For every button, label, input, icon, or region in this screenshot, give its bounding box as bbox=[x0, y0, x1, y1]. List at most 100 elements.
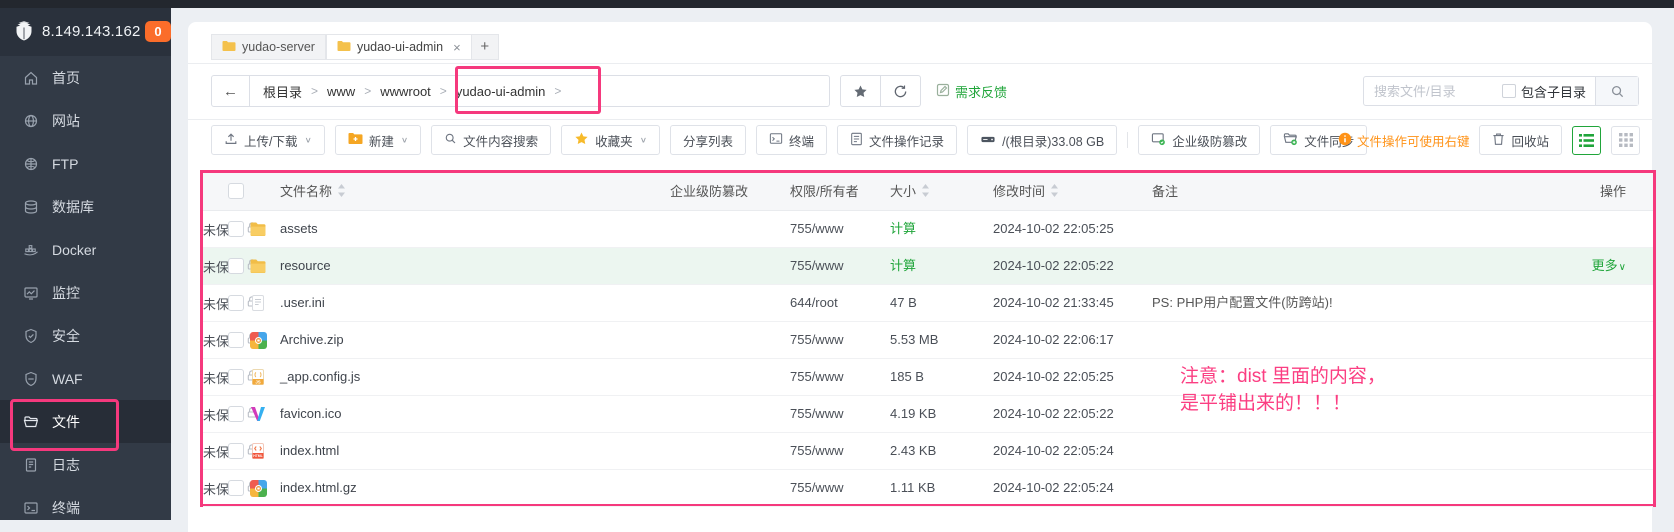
sidebar-item-home[interactable]: 首页 bbox=[0, 56, 171, 99]
table-row[interactable]: Archive.zip 未保护 755/www 5.53 MB 2024-10-… bbox=[203, 322, 1653, 359]
header-mtime[interactable]: 修改时间 bbox=[993, 173, 1059, 211]
header-filename[interactable]: 文件名称 bbox=[280, 173, 346, 211]
search-button[interactable] bbox=[1595, 77, 1638, 105]
search-input[interactable] bbox=[1364, 84, 1502, 99]
header-tamper: 企业级防篡改 bbox=[670, 173, 748, 210]
refresh-button[interactable] bbox=[880, 76, 920, 106]
waf-shield-icon bbox=[23, 371, 39, 387]
server-ip[interactable]: 8.149.143.162 bbox=[42, 23, 141, 40]
share-list-button[interactable]: 分享列表 bbox=[670, 125, 746, 155]
size-calc-link[interactable]: 计算 bbox=[890, 211, 916, 247]
row-checkbox[interactable] bbox=[228, 221, 244, 237]
new-button[interactable]: 新建 ∨ bbox=[335, 125, 421, 155]
header-permission: 权限/所有者 bbox=[790, 173, 859, 210]
row-checkbox[interactable] bbox=[228, 295, 244, 311]
files-folder-icon bbox=[23, 414, 39, 430]
gz-file-icon bbox=[249, 479, 267, 497]
sort-icon[interactable] bbox=[1050, 174, 1059, 211]
select-all-checkbox[interactable] bbox=[228, 183, 244, 199]
recycle-bin-button[interactable]: 回收站 bbox=[1479, 125, 1562, 155]
message-count-badge[interactable]: 0 bbox=[145, 21, 171, 42]
include-subdir-checkbox[interactable] bbox=[1502, 84, 1516, 98]
modified-time: 2024-10-02 21:33:45 bbox=[993, 285, 1114, 321]
folder-icon bbox=[249, 257, 267, 275]
file-name[interactable]: index.html bbox=[280, 433, 339, 469]
table-row[interactable]: assets 未保护 755/www 计算 2024-10-02 22:05:2… bbox=[203, 211, 1653, 248]
breadcrumb-root[interactable]: 根目录 bbox=[263, 82, 302, 101]
file-size: 4.19 KB bbox=[890, 396, 936, 432]
feedback-link[interactable]: 需求反馈 bbox=[936, 75, 1007, 107]
sidebar-item-docker[interactable]: Docker bbox=[0, 228, 171, 271]
more-actions-link[interactable]: 更多∨ bbox=[1592, 248, 1626, 286]
tamper-status[interactable]: 未保护 bbox=[203, 359, 1653, 395]
file-name[interactable]: _app.config.js bbox=[280, 359, 360, 395]
sort-icon[interactable] bbox=[921, 174, 930, 211]
breadcrumb-www[interactable]: www bbox=[327, 84, 355, 99]
breadcrumb-current-dir[interactable]: yudao-ui-admin bbox=[456, 84, 546, 99]
sidebar-item-website[interactable]: 网站 bbox=[0, 99, 171, 142]
file-ops-log-button[interactable]: 文件操作记录 bbox=[837, 125, 957, 155]
file-name[interactable]: index.html.gz bbox=[280, 470, 357, 506]
tamper-status[interactable]: 未保护 bbox=[203, 285, 1653, 321]
row-checkbox[interactable] bbox=[228, 480, 244, 496]
row-checkbox[interactable] bbox=[228, 369, 244, 385]
size-calc-link[interactable]: 计算 bbox=[890, 248, 916, 284]
table-row[interactable]: resource 未保护 755/www 计算 2024-10-02 22:05… bbox=[203, 248, 1653, 285]
header-size[interactable]: 大小 bbox=[890, 173, 930, 211]
favorites-button[interactable]: 收藏夹 ∨ bbox=[561, 125, 660, 155]
breadcrumb: 根目录 > www > wwwroot > yudao-ui-admin > bbox=[250, 82, 583, 101]
table-row[interactable]: index.html.gz 未保护 755/www 1.11 KB 2024-1… bbox=[203, 470, 1653, 507]
table-row[interactable]: JS _app.config.js 未保护 755/www 185 B 2024… bbox=[203, 359, 1653, 396]
disk-usage-button[interactable]: /(根目录)33.08 GB bbox=[967, 125, 1117, 155]
close-tab-icon[interactable]: × bbox=[453, 40, 461, 55]
tab-yudao-server[interactable]: yudao-server bbox=[211, 34, 326, 60]
sidebar-item-monitor[interactable]: 监控 bbox=[0, 271, 171, 314]
sidebar-item-security[interactable]: 安全 bbox=[0, 314, 171, 357]
main-area: yudao-server yudao-ui-admin × + ← 根目录 > … bbox=[171, 8, 1674, 520]
sidebar-item-waf[interactable]: WAF bbox=[0, 357, 171, 400]
file-name[interactable]: favicon.ico bbox=[280, 396, 341, 432]
row-checkbox[interactable] bbox=[228, 443, 244, 459]
table-row[interactable]: HTML index.html 未保护 755/www 2.43 KB 2024… bbox=[203, 433, 1653, 470]
svg-text:JS: JS bbox=[255, 379, 260, 384]
modified-time: 2024-10-02 22:05:24 bbox=[993, 470, 1114, 506]
table-row[interactable]: .user.ini 未保护 644/root 47 B 2024-10-02 2… bbox=[203, 285, 1653, 322]
html-file-icon: HTML bbox=[249, 442, 267, 460]
row-checkbox[interactable] bbox=[228, 258, 244, 274]
grid-view-button[interactable] bbox=[1611, 126, 1640, 155]
file-name[interactable]: assets bbox=[280, 211, 318, 247]
terminal-button[interactable]: 终端 bbox=[756, 125, 827, 155]
tamper-status[interactable]: 未保护 bbox=[203, 248, 1653, 284]
include-subdir-option[interactable]: 包含子目录 bbox=[1502, 82, 1595, 101]
sidebar-item-terminal[interactable]: 终端 bbox=[0, 486, 171, 529]
row-checkbox[interactable] bbox=[228, 332, 244, 348]
sidebar-item-files[interactable]: 文件 bbox=[0, 400, 171, 443]
sort-icon[interactable] bbox=[337, 174, 346, 211]
tab-yudao-ui-admin[interactable]: yudao-ui-admin × bbox=[326, 34, 472, 60]
folder-icon bbox=[249, 220, 267, 238]
favorite-star-button[interactable] bbox=[841, 76, 880, 106]
back-button[interactable]: ← bbox=[212, 76, 250, 106]
file-name[interactable]: resource bbox=[280, 248, 331, 284]
docker-icon bbox=[23, 242, 39, 258]
star-icon bbox=[574, 131, 589, 149]
breadcrumb-wwwroot[interactable]: wwwroot bbox=[380, 84, 431, 99]
annotation-note: 注意：dist 里面的内容， 是平铺出来的！！！ bbox=[1180, 363, 1386, 417]
tamper-proof-button[interactable]: 企业级防篡改 bbox=[1138, 125, 1260, 155]
modified-time: 2024-10-02 22:05:25 bbox=[993, 359, 1114, 395]
sidebar-item-logs[interactable]: 日志 bbox=[0, 443, 171, 486]
modified-time: 2024-10-02 22:05:22 bbox=[993, 396, 1114, 432]
sidebar-item-ftp[interactable]: FTP bbox=[0, 142, 171, 185]
tamper-status[interactable]: 未保护 bbox=[203, 211, 1653, 247]
content-search-button[interactable]: 文件内容搜索 bbox=[431, 125, 551, 155]
sidebar-item-database[interactable]: 数据库 bbox=[0, 185, 171, 228]
upload-download-button[interactable]: 上传/下载 ∨ bbox=[211, 125, 325, 155]
row-checkbox[interactable] bbox=[228, 406, 244, 422]
ini-file-icon bbox=[249, 294, 267, 312]
list-view-button[interactable] bbox=[1572, 126, 1601, 155]
table-row[interactable]: favicon.ico 未保护 755/www 4.19 KB 2024-10-… bbox=[203, 396, 1653, 433]
file-name[interactable]: .user.ini bbox=[280, 285, 325, 321]
file-name[interactable]: Archive.zip bbox=[280, 322, 344, 358]
permission: 755/www bbox=[790, 433, 843, 469]
add-tab-button[interactable]: + bbox=[472, 34, 499, 60]
